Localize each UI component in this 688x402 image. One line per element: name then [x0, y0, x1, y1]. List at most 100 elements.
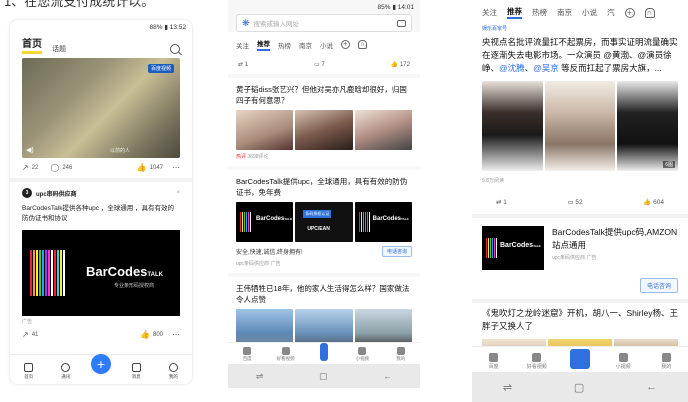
nav-feed[interactable]: 通讯 [54, 363, 78, 380]
ad-header: 3 upc串码供应商 × [10, 182, 192, 202]
feed-tabs: 关注 推荐 热榜 南京 小说 汽 + ∩ [472, 0, 688, 22]
share-button[interactable]: ⇄ 1 [496, 198, 507, 206]
news-card[interactable]: 黄子韬diss张艺兴？但他对吴亦凡鹿晗却很好，归国四子有何意思？ 热评 3698… [228, 78, 420, 166]
post-stats: ⇄ 1 ▭ 7 👍 172 [228, 55, 420, 74]
headphones-icon[interactable]: ∩ [644, 7, 655, 18]
tab-nanjing[interactable]: 南京 [557, 7, 572, 18]
tab-follow[interactable]: 关注 [236, 40, 249, 50]
recent-apps-icon[interactable]: ⇌ [503, 381, 512, 394]
tab-topic[interactable]: 话题 [52, 44, 66, 54]
camera-icon[interactable] [397, 19, 406, 27]
top-tabs: 首页 话题 [10, 34, 192, 58]
barcode-graphic [358, 212, 370, 242]
comment-button[interactable]: ▭ 7 [314, 61, 325, 68]
user-icon [661, 353, 671, 362]
phone-screen-3: 关注 推荐 热榜 南京 小说 汽 + ∩ 娱乐百家号 央视点名批评流量扛不起票房… [472, 0, 688, 402]
tab-hot[interactable]: 热榜 [532, 7, 547, 18]
voice-search-button[interactable] [313, 343, 335, 362]
nav-me[interactable]: 我的 [390, 347, 412, 362]
share-button[interactable]: ↗ 22 [22, 164, 38, 172]
tab-nanjing[interactable]: 南京 [299, 40, 312, 50]
ad-title[interactable]: BarCodesTalk提供upc码,AMZON站点通用 [552, 226, 678, 252]
ad-image[interactable]: BarCodesTALK 专业条形码授权商 [22, 230, 180, 316]
back-icon[interactable]: ← [383, 371, 392, 381]
voice-search-button[interactable] [567, 349, 593, 370]
search-icon[interactable] [170, 44, 180, 54]
mention-link[interactable]: @沈腾 [499, 63, 525, 73]
video-player[interactable]: 百度视频 ◀) 以前的人 [22, 58, 180, 158]
tab-hot[interactable]: 热榜 [278, 40, 291, 50]
comment-button[interactable]: ◯ 246 [50, 164, 72, 172]
news-title[interactable]: 《鬼吹灯之龙岭迷窟》开机，胡八一、Shirley杨、王胖子又换人了 [472, 303, 688, 337]
tab-follow[interactable]: 关注 [482, 7, 497, 18]
baidu-paw-icon [489, 353, 499, 362]
barcode-graphic [240, 212, 251, 242]
post-button[interactable]: + [90, 354, 111, 374]
status-bar: 88% ▮ 13:52 [149, 24, 186, 31]
ad-card[interactable]: BarCodesTalk提供upc，全球通用，具有有效的防伪证书，免年费 Bar… [228, 170, 420, 273]
ad-brand: BarCodesTALK [500, 242, 541, 249]
nav-baidu[interactable]: 百度 [481, 353, 507, 370]
news-headline[interactable]: 央视点名批评流量扛不起票房，而事实证明流量确实在逐渐失去电影市场。一众演员 @黄… [472, 32, 688, 79]
like-button[interactable]: 👍 800 ⋯ [140, 331, 180, 339]
feed-tabs: 关注 推荐 热榜 南京 小说 + ∩ [228, 32, 420, 55]
tab-car[interactable]: 汽 [607, 7, 615, 18]
like-button[interactable]: 👍 1047 ⋯ [137, 164, 180, 172]
advertiser-avatar[interactable]: 3 [22, 188, 32, 198]
mention-link[interactable]: @吴京 [533, 63, 559, 73]
tab-novel[interactable]: 小说 [320, 40, 333, 50]
status-bar: 85% ▮ 14:01 [377, 4, 414, 11]
volume-icon[interactable]: ◀) [26, 146, 34, 154]
ad-stats: ↗ 41 👍 800 ⋯ [10, 327, 192, 345]
read-count: 9.8万阅读 [482, 178, 504, 184]
share-button[interactable]: ⇄ 1 [238, 61, 248, 68]
home-button-icon[interactable]: ▢ [574, 381, 584, 394]
ad-title[interactable]: BarCodesTalk提供upc，全球通用，具有有效的防伪证书，免年费 [236, 176, 412, 198]
nav-messages[interactable]: 消息 [124, 363, 148, 380]
like-button[interactable]: 👍 604 [643, 198, 664, 206]
nav-me[interactable]: 我的 [161, 363, 185, 380]
nav-home[interactable]: 首页 [17, 363, 41, 380]
ad-card[interactable]: BarCodesTALK BarCodesTalk提供upc码,AMZON站点通… [472, 218, 688, 278]
headphones-icon[interactable]: ∩ [358, 40, 367, 49]
news-images[interactable] [236, 110, 412, 150]
nav-mini-video[interactable]: 小视频 [351, 347, 373, 362]
ad-text[interactable]: BarCodesTalk提供各种upc ，全球通用 ，具有有效的防伪证书和协议 [10, 202, 192, 226]
close-icon[interactable]: × [176, 190, 180, 196]
tab-home[interactable]: 首页 [22, 40, 42, 54]
advertiser-name[interactable]: upc串码供应商 [36, 189, 77, 198]
home-button-icon[interactable]: ▢ [319, 371, 328, 382]
user-icon [396, 347, 405, 355]
tab-recommend[interactable]: 推荐 [507, 6, 522, 19]
like-button[interactable]: 👍 172 [391, 61, 410, 68]
ad-meta: upc条码供应商 广告 [236, 261, 281, 267]
ad-image[interactable]: BarCodesTALK [482, 226, 544, 270]
call-button[interactable]: 电话咨询 [639, 278, 678, 293]
add-tab-icon[interactable]: + [341, 40, 350, 49]
back-icon[interactable]: ← [646, 381, 657, 393]
play-icon [281, 347, 290, 355]
news-title[interactable]: 王伟牺牲已18年，他的家人生活得怎么样？国家做法令人点赞 [236, 283, 412, 305]
share-button[interactable]: ↗ 41 [22, 331, 38, 339]
nav-video[interactable]: 好看视频 [275, 347, 297, 362]
recent-apps-icon[interactable]: ⇌ [256, 371, 264, 382]
tab-novel[interactable]: 小说 [582, 7, 597, 18]
comment-button[interactable]: ▭ 52 [567, 198, 582, 206]
search-input[interactable]: ❋ 搜索或输入网址 [236, 14, 412, 32]
post-stats: ↗ 22 ◯ 246 👍 1047 ⋯ [10, 158, 192, 178]
add-tab-icon[interactable]: + [624, 7, 635, 18]
nav-baidu[interactable]: 百度 [236, 347, 258, 362]
ad-badge: 条码授权认证 [303, 210, 332, 218]
call-button[interactable]: 电话咨询 [381, 246, 412, 257]
nav-me[interactable]: 我的 [653, 353, 679, 370]
tab-recommend[interactable]: 推荐 [257, 38, 270, 51]
share-icon: ↗ [22, 163, 29, 172]
news-source[interactable]: 娱乐百家号 [472, 25, 688, 32]
news-images[interactable]: 6图 [482, 81, 678, 171]
barcode-graphic [486, 238, 497, 258]
nav-mini-video[interactable]: 小视频 [610, 353, 636, 370]
ad-images[interactable]: BarCodesTALK 条码授权认证 UPC/EAN BarCodesTALK [236, 202, 412, 242]
more-icon: ⋯ [172, 330, 180, 339]
nav-video[interactable]: 好看视频 [524, 353, 550, 370]
news-title[interactable]: 黄子韬diss张艺兴？但他对吴亦凡鹿晗却很好，归国四子有何意思？ [236, 84, 412, 106]
